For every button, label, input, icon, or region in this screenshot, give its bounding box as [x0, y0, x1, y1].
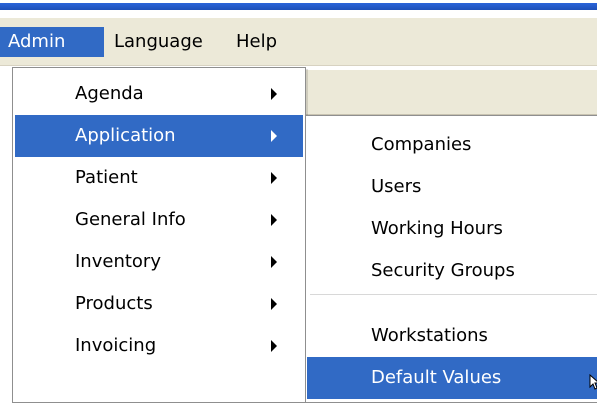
mouse-pointer-icon: [589, 374, 597, 390]
submenu-item-default-values[interactable]: Default Values: [307, 357, 597, 399]
submenu-item-label: Users: [371, 176, 422, 197]
admin-dropdown-menu: Agenda Application Patient General Info …: [12, 67, 306, 403]
submenu-item-workstations[interactable]: Workstations: [307, 315, 597, 357]
submenu-item-label: Workstations: [371, 325, 488, 346]
chevron-right-icon: [271, 256, 277, 268]
chevron-right-icon: [271, 130, 277, 142]
application-submenu: Companies Users Working Hours Security G…: [305, 115, 597, 403]
menu-item-label: Application: [75, 125, 176, 146]
menu-item-agenda[interactable]: Agenda: [15, 73, 303, 115]
menu-language[interactable]: Language: [106, 27, 224, 57]
chevron-right-icon: [271, 88, 277, 100]
menu-item-label: Invoicing: [75, 335, 157, 356]
submenu-item-label: Security Groups: [371, 260, 515, 281]
menu-item-general-info[interactable]: General Info: [15, 199, 303, 241]
submenu-item-label: Working Hours: [371, 218, 503, 239]
menu-item-invoicing[interactable]: Invoicing: [15, 325, 303, 367]
submenu-item-users[interactable]: Users: [307, 166, 597, 208]
chevron-right-icon: [271, 214, 277, 226]
workspace-toolbar-band: [305, 69, 597, 115]
chevron-right-icon: [271, 172, 277, 184]
menu-admin[interactable]: Admin: [0, 27, 104, 57]
chevron-right-icon: [271, 298, 277, 310]
submenu-item-label: Companies: [371, 134, 472, 155]
menu-item-label: Patient: [75, 167, 138, 188]
menu-item-application[interactable]: Application: [15, 115, 303, 157]
menu-item-inventory[interactable]: Inventory: [15, 241, 303, 283]
menu-item-products[interactable]: Products: [15, 283, 303, 325]
submenu-item-label: Default Values: [371, 367, 502, 388]
menu-item-label: Products: [75, 293, 153, 314]
submenu-item-working-hours[interactable]: Working Hours: [307, 208, 597, 250]
menu-help[interactable]: Help: [228, 27, 288, 57]
menu-separator: [310, 294, 597, 295]
application-window: Admin Language Help Agenda Application P…: [0, 0, 597, 403]
chevron-right-icon: [271, 340, 277, 352]
menu-item-label: Agenda: [75, 83, 144, 104]
menu-item-label: Inventory: [75, 251, 161, 272]
menu-item-label: General Info: [75, 209, 186, 230]
submenu-item-companies[interactable]: Companies: [307, 124, 597, 166]
menu-item-patient[interactable]: Patient: [15, 157, 303, 199]
title-bar: [0, 3, 597, 10]
menu-bar: Admin Language Help: [0, 18, 597, 66]
submenu-item-security-groups[interactable]: Security Groups: [307, 250, 597, 292]
